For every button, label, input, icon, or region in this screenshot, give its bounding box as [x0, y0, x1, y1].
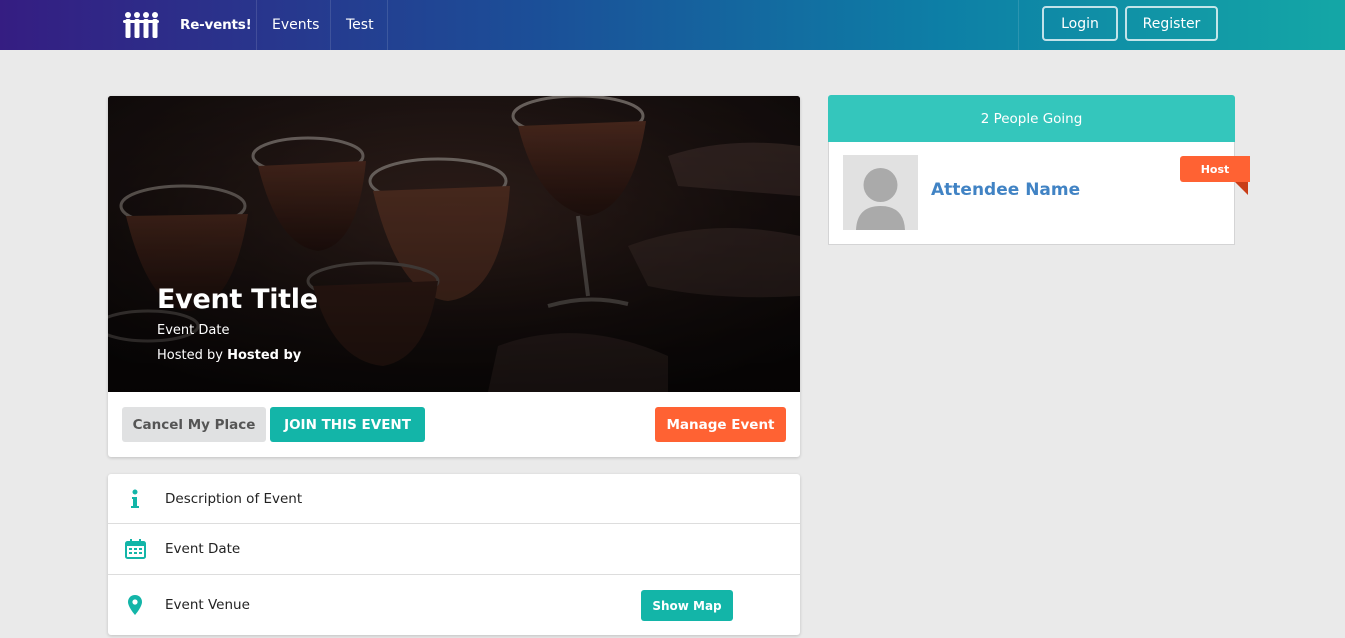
brand-name: Re-vents! — [180, 17, 252, 33]
nav-item-test[interactable]: Test — [331, 0, 388, 50]
info-row-description: Description of Event — [108, 474, 800, 524]
event-date: Event Date — [157, 323, 230, 338]
people-logo-icon — [123, 12, 159, 38]
register-button[interactable]: Register — [1125, 6, 1218, 41]
nav-item-events[interactable]: Events — [257, 0, 331, 50]
manage-event-button[interactable]: Manage Event — [655, 407, 786, 442]
info-icon — [124, 488, 146, 510]
event-hosted-by: Hosted by Hosted by — [157, 348, 318, 363]
event-date-info: Event Date — [165, 541, 241, 557]
cancel-my-place-button[interactable]: Cancel My Place — [122, 407, 266, 442]
login-button[interactable]: Login — [1042, 6, 1118, 41]
brand-link[interactable]: Re-vents! — [108, 0, 257, 50]
event-info-card: Description of Event Event Date Event Ve… — [108, 474, 800, 635]
join-event-button[interactable]: JOIN THIS EVENT — [270, 407, 425, 442]
host-badge: Host — [1180, 156, 1250, 182]
info-row-date: Event Date — [108, 524, 800, 575]
event-venue: Event Venue — [165, 597, 250, 613]
user-placeholder-icon — [843, 155, 918, 230]
event-header-card: Event Title Event Date Hosted by Hosted … — [108, 96, 800, 457]
event-hero-image: Event Title Event Date Hosted by Hosted … — [108, 96, 800, 392]
nav-divider — [1018, 0, 1019, 50]
show-map-button[interactable]: Show Map — [641, 590, 733, 621]
hosted-by-prefix: Hosted by — [157, 348, 228, 363]
attendee-list: Attendee Name Host — [828, 142, 1250, 245]
attendees-panel: 2 People Going Attendee Name Host — [828, 95, 1250, 245]
avatar — [843, 155, 918, 230]
attendee-name-link[interactable]: Attendee Name — [931, 180, 1080, 200]
calendar-icon — [124, 538, 146, 560]
top-navbar: Re-vents! Events Test Login Register — [0, 0, 1345, 50]
event-description: Description of Event — [165, 490, 303, 507]
event-actions: Cancel My Place JOIN THIS EVENT Manage E… — [108, 392, 800, 457]
info-row-venue: Event Venue Show Map — [108, 575, 800, 635]
map-marker-icon — [124, 594, 146, 616]
event-title: Event Title — [157, 284, 318, 315]
attendees-count-header: 2 People Going — [828, 95, 1235, 142]
host-name: Hosted by — [227, 348, 302, 363]
host-badge-fold — [1235, 182, 1248, 195]
event-hero-text: Event Title Event Date Hosted by Hosted … — [157, 284, 318, 363]
